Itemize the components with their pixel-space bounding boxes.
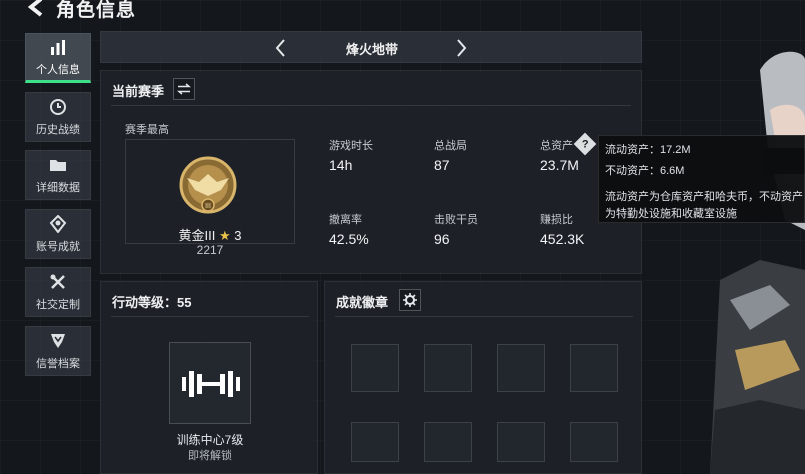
divider — [111, 316, 309, 317]
stat-profit-ratio-value: 452.3K — [540, 231, 585, 247]
action-level-panel: 行动等级：55 训练中心7级 即将解锁 — [100, 281, 318, 474]
sidebar-item-label: 信誉档案 — [36, 357, 80, 370]
season-best-label: 赛季最高 — [125, 124, 169, 136]
achievement-badges-panel: 成就徽章 — [324, 281, 642, 474]
stat-matches-label: 总战局 — [434, 140, 467, 152]
sidebar-item-history[interactable]: 历史战绩 — [25, 92, 91, 142]
rank-name: 黄金III — [178, 228, 216, 243]
medal-icon — [49, 214, 67, 233]
info-help-icon[interactable]: ? — [573, 132, 597, 156]
sidebar-item-social[interactable]: 社交定制 — [25, 267, 91, 317]
rank-name-row: 黄金III ★ 3 — [125, 225, 295, 244]
season-panel: 当前赛季 赛季最高 III 黄金III ★ 3 2217 游戏时长 14h 总战… — [100, 70, 642, 274]
sidebar-item-credit[interactable]: 信誉档案 — [25, 326, 91, 376]
tooltip-description-line2: 为特勤处设施和收藏室设施 — [605, 208, 737, 220]
character-portrait — [710, 51, 805, 474]
header: 角色信息 — [0, 0, 240, 21]
badge-slot[interactable] — [351, 422, 399, 462]
training-center-name: 训练中心7级 — [176, 433, 244, 447]
sidebar-item-label: 社交定制 — [36, 298, 80, 311]
chevron-right-icon[interactable] — [451, 38, 471, 58]
stat-total-assets-value: 23.7M — [540, 157, 579, 173]
swap-icon — [177, 83, 191, 95]
badge-slot[interactable] — [351, 344, 399, 392]
tools-icon — [50, 274, 65, 289]
badge-settings-button[interactable] — [399, 289, 421, 311]
sidebar-item-label: 详细数据 — [36, 181, 80, 194]
divider — [111, 105, 631, 106]
badge-slot[interactable] — [497, 344, 545, 392]
shield-icon — [51, 333, 65, 348]
page-title: 角色信息 — [56, 0, 137, 21]
stat-extract-rate-value: 42.5% — [329, 231, 369, 247]
badge-slot[interactable] — [424, 344, 472, 392]
clock-icon — [50, 98, 66, 115]
action-level-title: 行动等级：55 — [112, 295, 192, 310]
sidebar-item-label: 账号成就 — [36, 240, 80, 253]
tooltip-fixed-assets: 不动资产：6.6M — [605, 165, 685, 177]
dumbbell-icon — [182, 371, 240, 397]
training-center-card[interactable] — [169, 342, 251, 424]
badge-slot[interactable] — [570, 344, 618, 392]
mode-title: 烽火地带 — [345, 42, 398, 57]
stat-total-assets-label: 总资产 — [540, 140, 573, 152]
stat-kills-value: 96 — [434, 231, 450, 247]
divider — [335, 316, 633, 317]
sidebar-item-achievements[interactable]: 账号成就 — [25, 209, 91, 259]
assets-tooltip: 流动资产：17.2M 不动资产：6.6M 流动资产为仓库资产和哈夫币，不动资产 … — [598, 135, 805, 223]
folder-icon — [50, 159, 66, 171]
season-switch-button[interactable] — [173, 78, 195, 100]
star-icon: ★ — [218, 228, 231, 243]
season-title: 当前赛季 — [112, 84, 165, 99]
badges-title: 成就徽章 — [336, 295, 389, 310]
sidebar-item-details[interactable]: 详细数据 — [25, 150, 91, 200]
stat-play-time-label: 游戏时长 — [329, 140, 373, 152]
mode-selector: 烽火地带 — [100, 31, 642, 63]
sidebar-item-personal-info[interactable]: 个人信息 — [25, 33, 91, 83]
rank-points: 2217 — [196, 243, 224, 257]
badge-slot[interactable] — [570, 422, 618, 462]
sidebar-item-label: 历史战绩 — [36, 123, 80, 136]
tooltip-description-line1: 流动资产为仓库资产和哈夫币，不动资产 — [605, 191, 803, 203]
stat-play-time-value: 14h — [329, 157, 353, 173]
tooltip-liquid-assets: 流动资产：17.2M — [605, 144, 691, 156]
badge-slot[interactable] — [497, 422, 545, 462]
stat-kills-label: 击败干员 — [434, 214, 478, 226]
stat-matches-value: 87 — [434, 157, 450, 173]
bar-chart-icon — [51, 39, 65, 55]
stat-extract-rate-label: 撤离率 — [329, 214, 362, 226]
badge-slot[interactable] — [424, 422, 472, 462]
gold-rank-emblem-icon: III — [179, 156, 237, 214]
gear-icon — [403, 293, 417, 307]
back-arrow-icon[interactable] — [26, 0, 46, 18]
rank-stars: 3 — [234, 228, 242, 243]
sidebar-item-label: 个人信息 — [36, 63, 80, 76]
stat-profit-ratio-label: 赚损比 — [540, 214, 573, 226]
svg-text:III: III — [205, 203, 211, 210]
training-center-status: 即将解锁 — [188, 450, 232, 462]
